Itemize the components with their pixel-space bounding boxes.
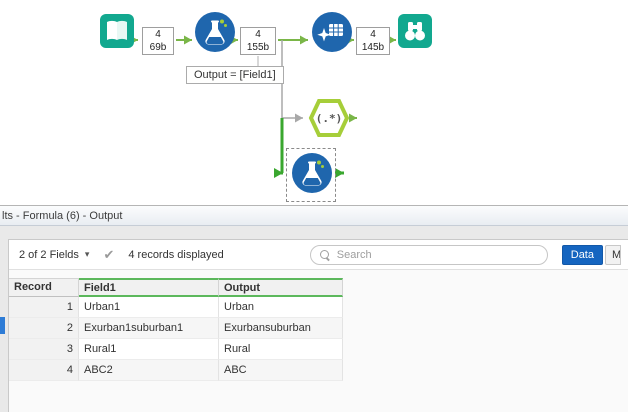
column-header-output[interactable]: Output — [219, 278, 343, 297]
workflow-canvas[interactable]: 4 69b 4 155b Output = [Field1] 4 145b (.… — [0, 0, 628, 205]
table-star-tool[interactable] — [312, 12, 352, 52]
search-icon — [319, 249, 331, 261]
table-row: 3 Rural1 Rural — [9, 339, 343, 360]
field1-cell[interactable]: Exurban1suburban1 — [79, 318, 219, 339]
results-toolbar: 2 of 2 Fields ▾ ✔ 4 records displayed Da… — [9, 240, 628, 270]
regex-tool[interactable]: (.*) — [308, 97, 350, 139]
regex-label: (.*) — [315, 111, 343, 125]
input-data-tool[interactable] — [100, 14, 134, 48]
results-grid: Record Field1 Output 1 Urban1 Urban 2 Ex… — [9, 278, 343, 381]
field1-cell[interactable]: Rural1 — [79, 339, 219, 360]
column-header-field1[interactable]: Field1 — [79, 278, 219, 297]
badge-count: 4 — [255, 29, 261, 40]
output-cell[interactable]: ABC — [219, 360, 343, 381]
results-panel-title: lts - Formula (6) - Output — [0, 205, 628, 226]
formula-tool-2-selected[interactable] — [286, 148, 336, 202]
record-count-badge-3[interactable]: 4 145b — [356, 27, 390, 55]
record-count-badge-1[interactable]: 4 69b — [142, 27, 174, 55]
results-content: 2 of 2 Fields ▾ ✔ 4 records displayed Da… — [8, 239, 628, 412]
results-panel: lts - Formula (6) - Output 2 of 2 Fields… — [0, 205, 628, 412]
output-cell[interactable]: Urban — [219, 297, 343, 318]
field1-cell[interactable]: Urban1 — [79, 297, 219, 318]
chevron-down-icon: ▾ — [84, 249, 90, 259]
table-row: 4 ABC2 ABC — [9, 360, 343, 381]
column-header-record[interactable]: Record — [9, 278, 79, 297]
badge-count: 4 — [370, 29, 376, 40]
fields-dropdown-label: 2 of 2 Fields — [19, 248, 79, 261]
badge-size: 145b — [361, 42, 385, 53]
alteryx-window: 4 69b 4 155b Output = [Field1] 4 145b (.… — [0, 0, 628, 412]
output-cell[interactable]: Exurbansuburban — [219, 318, 343, 339]
data-tab-button[interactable]: Data — [561, 244, 603, 265]
formula-tool-1[interactable] — [195, 12, 235, 52]
apply-check-icon[interactable]: ✔ — [103, 247, 114, 263]
wire-formula-to-regex[interactable] — [281, 40, 303, 123]
binoculars-icon — [405, 22, 425, 41]
flask-icon — [302, 160, 324, 186]
record-count-badge-2[interactable]: 4 155b — [240, 27, 276, 55]
records-displayed-text: 4 records displayed — [128, 248, 224, 261]
badge-size: 155b — [246, 42, 270, 53]
search-box[interactable] — [309, 244, 548, 265]
record-number-cell[interactable]: 4 — [9, 360, 79, 381]
grid-header-row: Record Field1 Output — [9, 278, 343, 297]
metadata-tab-button[interactable]: M — [605, 244, 621, 265]
tool-annotation[interactable]: Output = [Field1] — [186, 66, 284, 84]
formula-tool-2[interactable] — [292, 153, 332, 193]
output-cell[interactable]: Rural — [219, 339, 343, 360]
table-row: 1 Urban1 Urban — [9, 297, 343, 318]
record-number-cell[interactable]: 2 — [9, 318, 79, 339]
badge-size: 69b — [149, 42, 167, 53]
flask-icon — [205, 19, 227, 45]
browse-tool[interactable] — [398, 14, 432, 48]
book-icon — [107, 20, 127, 40]
fields-dropdown[interactable]: 2 of 2 Fields ▾ — [19, 249, 89, 261]
field1-cell[interactable]: ABC2 — [79, 360, 219, 381]
row-selection-indicator[interactable] — [0, 317, 5, 334]
search-input[interactable] — [336, 248, 539, 261]
record-number-cell[interactable]: 1 — [9, 297, 79, 318]
record-number-cell[interactable]: 3 — [9, 339, 79, 360]
table-sparkle-icon — [317, 24, 343, 42]
wire-formula-to-formula2-selected[interactable] — [274, 118, 284, 178]
badge-count: 4 — [155, 29, 161, 40]
table-row: 2 Exurban1suburban1 Exurbansuburban — [9, 318, 343, 339]
